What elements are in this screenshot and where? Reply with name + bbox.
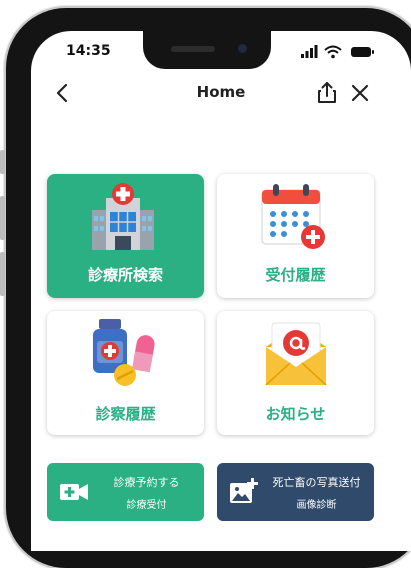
camera: [238, 44, 247, 53]
share-icon: [318, 82, 336, 103]
volume-down-button: [0, 252, 5, 296]
mail-icon: [265, 322, 327, 386]
hospital-icon: [92, 183, 154, 250]
nav-bar: Home: [31, 73, 411, 113]
medicine-icon: [93, 319, 155, 386]
reception-history-tile[interactable]: 受付履歴: [217, 174, 374, 298]
status-time: 14:35: [66, 43, 111, 59]
speaker: [171, 46, 215, 52]
video-add-icon: [60, 484, 88, 500]
consultation-history-tile[interactable]: 診察履歴: [47, 311, 204, 435]
reception-history-label: 受付履歴: [265, 266, 326, 284]
battery-icon: [351, 47, 374, 57]
close-button[interactable]: [346, 79, 374, 107]
signal-icon: [301, 45, 318, 58]
status-bar: 14:35: [31, 31, 411, 73]
screen: 14:35 Home 診療所検索 受付履歴 診察履歴 お知らせ 診療予約する 診…: [31, 31, 411, 551]
notifications-label: お知らせ: [265, 405, 326, 423]
clinic-search-label: 診療所検索: [87, 266, 163, 284]
share-button[interactable]: [313, 79, 341, 107]
book-consultation-button[interactable]: 診療予約する 診療受付: [47, 463, 204, 521]
clinic-search-tile[interactable]: 診療所検索: [47, 174, 204, 298]
book-consultation-subtitle: 診療受付: [126, 500, 167, 511]
send-photo-button[interactable]: 死亡畜の写真送付 画像診断: [217, 463, 374, 521]
volume-up-button: [0, 196, 5, 240]
wifi-icon: [324, 45, 342, 59]
notifications-tile[interactable]: お知らせ: [217, 311, 374, 435]
send-photo-subtitle: 画像診断: [296, 500, 337, 511]
side-button: [0, 150, 5, 174]
book-consultation-title: 診療予約する: [113, 476, 180, 489]
status-icons: [301, 45, 374, 59]
image-add-icon: [230, 478, 258, 503]
close-icon: [351, 84, 369, 102]
consultation-history-label: 診察履歴: [95, 405, 156, 423]
send-photo-title: 死亡畜の写真送付: [272, 476, 361, 489]
calendar-icon: [261, 184, 325, 249]
